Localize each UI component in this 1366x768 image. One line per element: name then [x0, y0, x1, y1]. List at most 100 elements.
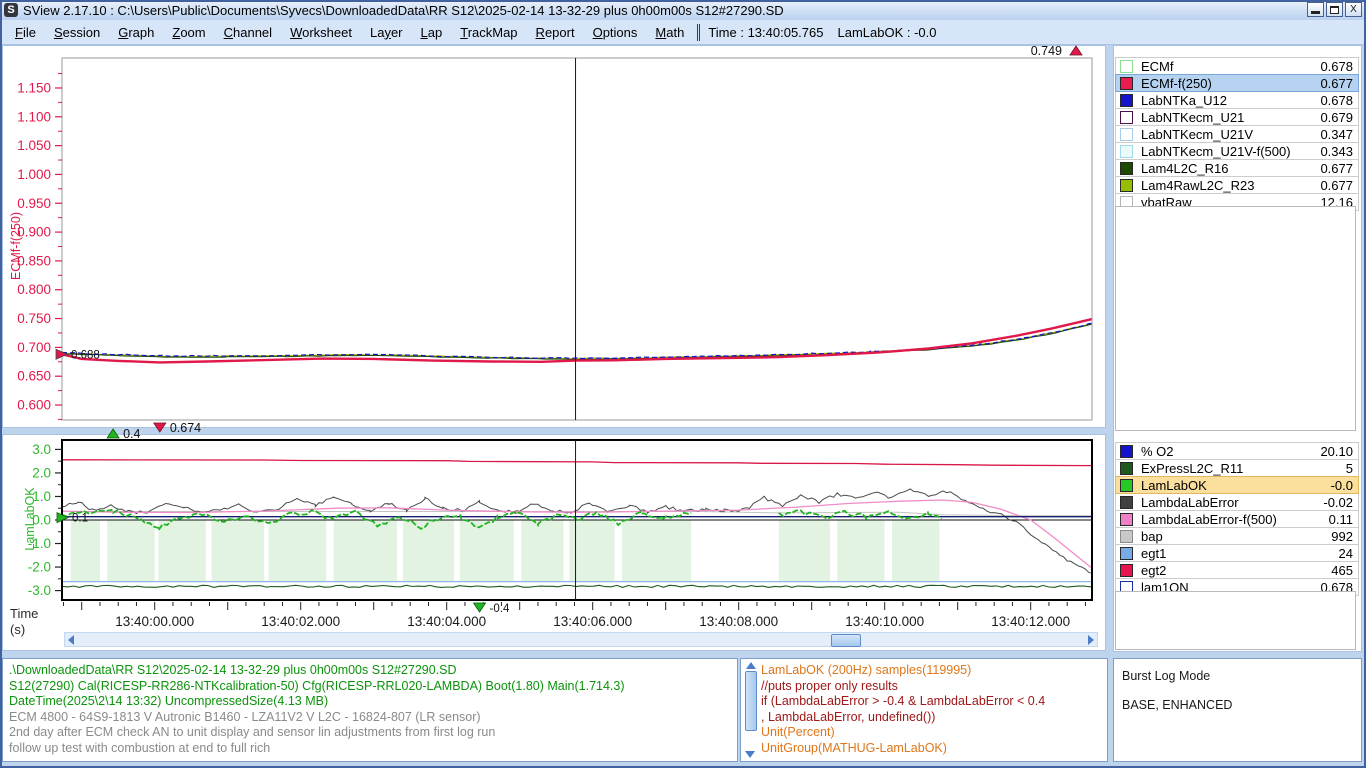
- close-button[interactable]: X: [1345, 2, 1362, 17]
- session-info-line-4: 2nd day after ECM check AN to unit displ…: [9, 725, 731, 741]
- scroll-left-icon[interactable]: [68, 635, 74, 645]
- menu-channel[interactable]: Channel: [215, 23, 281, 42]
- menu-graph[interactable]: Graph: [109, 23, 163, 42]
- menu-status-separator: [697, 24, 700, 41]
- channel-color-swatch: [1120, 530, 1133, 543]
- session-info-panel: .\DownloadedData\RR S12\2025-02-14 13-32…: [2, 658, 738, 762]
- channel-top-row-1[interactable]: ECMf-f(250)0.677: [1115, 74, 1359, 92]
- time-scrollbar[interactable]: [64, 632, 1098, 647]
- channel-color-swatch: [1120, 513, 1133, 526]
- channel-top-row-7[interactable]: Lam4RawL2C_R230.677: [1115, 176, 1359, 194]
- math-code-line-0: LamLabOK (200Hz) samples(119995): [761, 663, 1103, 679]
- channel-top-row-6[interactable]: Lam4L2C_R160.677: [1115, 159, 1359, 177]
- menu-lap[interactable]: Lap: [412, 23, 452, 42]
- channel-value: 20.10: [1320, 444, 1353, 459]
- channel-bottom-row-7[interactable]: egt2465: [1115, 561, 1359, 579]
- channel-color-swatch: [1120, 179, 1133, 192]
- menu-zoom[interactable]: Zoom: [163, 23, 214, 42]
- menu-layer[interactable]: Layer: [361, 23, 412, 42]
- bottom-chart-panel[interactable]: [2, 434, 1106, 651]
- channel-name: bap: [1141, 529, 1331, 544]
- channel-name: egt1: [1141, 546, 1339, 561]
- channel-bottom-row-1[interactable]: ExPressL2C_R115: [1115, 459, 1359, 477]
- channel-value: -0.0: [1331, 478, 1353, 493]
- scroll-up-icon[interactable]: [746, 662, 756, 669]
- menu-trackmap[interactable]: TrackMap: [451, 23, 526, 42]
- channel-color-swatch: [1120, 462, 1133, 475]
- session-info-line-2: DateTime(2025\2\14 13:32) UncompressedSi…: [9, 694, 731, 710]
- channel-name: ECMf-f(250): [1141, 76, 1320, 91]
- channel-name: Lam4RawL2C_R23: [1141, 178, 1320, 193]
- channel-list-bottom-empty-area: [1115, 591, 1356, 650]
- channel-value: 0.11: [1329, 512, 1353, 527]
- top-chart-panel[interactable]: [2, 45, 1106, 428]
- channel-top-row-0[interactable]: ECMf0.678: [1115, 57, 1359, 75]
- channel-name: ECMf: [1141, 59, 1320, 74]
- restore-icon: [1330, 6, 1339, 14]
- minimize-button[interactable]: [1307, 2, 1324, 17]
- time-axis-label: Time: [10, 606, 38, 621]
- scrollbar-thumb[interactable]: [831, 634, 861, 647]
- menu-file[interactable]: File: [6, 23, 45, 42]
- channel-list-top-empty-area: [1115, 206, 1356, 431]
- channel-bottom-row-6[interactable]: egt124: [1115, 544, 1359, 562]
- channel-color-swatch: [1120, 145, 1133, 158]
- channel-bottom-row-0[interactable]: % O220.10: [1115, 442, 1359, 460]
- channel-color-swatch: [1120, 496, 1133, 509]
- math-channel-panel: LamLabOK (200Hz) samples(119995)//puts p…: [740, 658, 1108, 762]
- channel-value: 465: [1331, 563, 1353, 578]
- channel-color-swatch: [1120, 77, 1133, 90]
- session-info-line-3: ECM 4800 - 64S9-1813 V Autronic B1460 - …: [9, 710, 731, 726]
- burst-log-panel: Burst Log Mode BASE, ENHANCED: [1113, 658, 1362, 762]
- scroll-down-icon[interactable]: [745, 751, 755, 758]
- menu-report[interactable]: Report: [527, 23, 584, 42]
- channel-value: 0.677: [1320, 76, 1353, 91]
- scroll-right-icon[interactable]: [1088, 635, 1094, 645]
- channel-value: 5: [1346, 461, 1353, 476]
- channel-value: 0.343: [1320, 144, 1353, 159]
- channel-bottom-row-2[interactable]: LamLabOK-0.0: [1115, 476, 1359, 494]
- menu-session[interactable]: Session: [45, 23, 109, 42]
- channel-value: 0.677: [1320, 161, 1353, 176]
- channel-name: LambdaLabError-f(500): [1141, 512, 1329, 527]
- title-bar: S SView 2.17.10 : C:\Users\Public\Docume…: [0, 0, 1366, 21]
- channel-color-swatch: [1120, 94, 1133, 107]
- channel-color-swatch: [1120, 547, 1133, 560]
- channel-color-swatch: [1120, 60, 1133, 73]
- math-scrollbar[interactable]: [744, 662, 757, 758]
- channel-value: 24: [1339, 546, 1353, 561]
- channel-name: LambdaLabError: [1141, 495, 1323, 510]
- channel-bottom-row-4[interactable]: LambdaLabError-f(500)0.11: [1115, 510, 1359, 528]
- channel-bottom-row-5[interactable]: bap992: [1115, 527, 1359, 545]
- math-code-line-5: UnitGroup(MATHUG-LamLabOK): [761, 741, 1103, 757]
- channel-top-row-5[interactable]: LabNTKecm_U21V-f(500)0.343: [1115, 142, 1359, 160]
- channel-top-row-4[interactable]: LabNTKecm_U21V0.347: [1115, 125, 1359, 143]
- channel-name: ExPressL2C_R11: [1141, 461, 1346, 476]
- menu-options[interactable]: Options: [584, 23, 647, 42]
- channel-name: LabNTKecm_U21V: [1141, 127, 1320, 142]
- menu-worksheet[interactable]: Worksheet: [281, 23, 361, 42]
- restore-button[interactable]: [1326, 2, 1343, 17]
- session-info-line-5: follow up test with combustion at end to…: [9, 741, 731, 757]
- app-icon: S: [4, 3, 18, 17]
- channel-color-swatch: [1120, 479, 1133, 492]
- menu-math[interactable]: Math: [646, 23, 693, 42]
- burst-log-modes: BASE, ENHANCED: [1122, 698, 1353, 714]
- math-code-line-4: Unit(Percent): [761, 725, 1103, 741]
- time-axis-unit: (s): [10, 622, 25, 637]
- channel-top-row-2[interactable]: LabNTKa_U120.678: [1115, 91, 1359, 109]
- channel-value: 992: [1331, 529, 1353, 544]
- channel-value: -0.02: [1323, 495, 1353, 510]
- channel-name: LabNTKa_U12: [1141, 93, 1320, 108]
- math-code: LamLabOK (200Hz) samples(119995)//puts p…: [761, 663, 1103, 756]
- channel-value: 0.678: [1320, 59, 1353, 74]
- channel-color-swatch: [1120, 564, 1133, 577]
- bottom-chart-y-axis-label: LamLabOK: [23, 487, 37, 550]
- math-code-line-2: if (LambdaLabError > -0.4 & LambdaLabErr…: [761, 694, 1103, 710]
- session-info-line-0: .\DownloadedData\RR S12\2025-02-14 13-32…: [9, 663, 731, 679]
- math-scrollbar-thumb[interactable]: [745, 671, 757, 731]
- channel-list-top: ECMf0.678ECMf-f(250)0.677LabNTKa_U120.67…: [1115, 58, 1359, 211]
- channel-name: LabNTKecm_U21: [1141, 110, 1320, 125]
- channel-top-row-3[interactable]: LabNTKecm_U210.679: [1115, 108, 1359, 126]
- channel-bottom-row-3[interactable]: LambdaLabError-0.02: [1115, 493, 1359, 511]
